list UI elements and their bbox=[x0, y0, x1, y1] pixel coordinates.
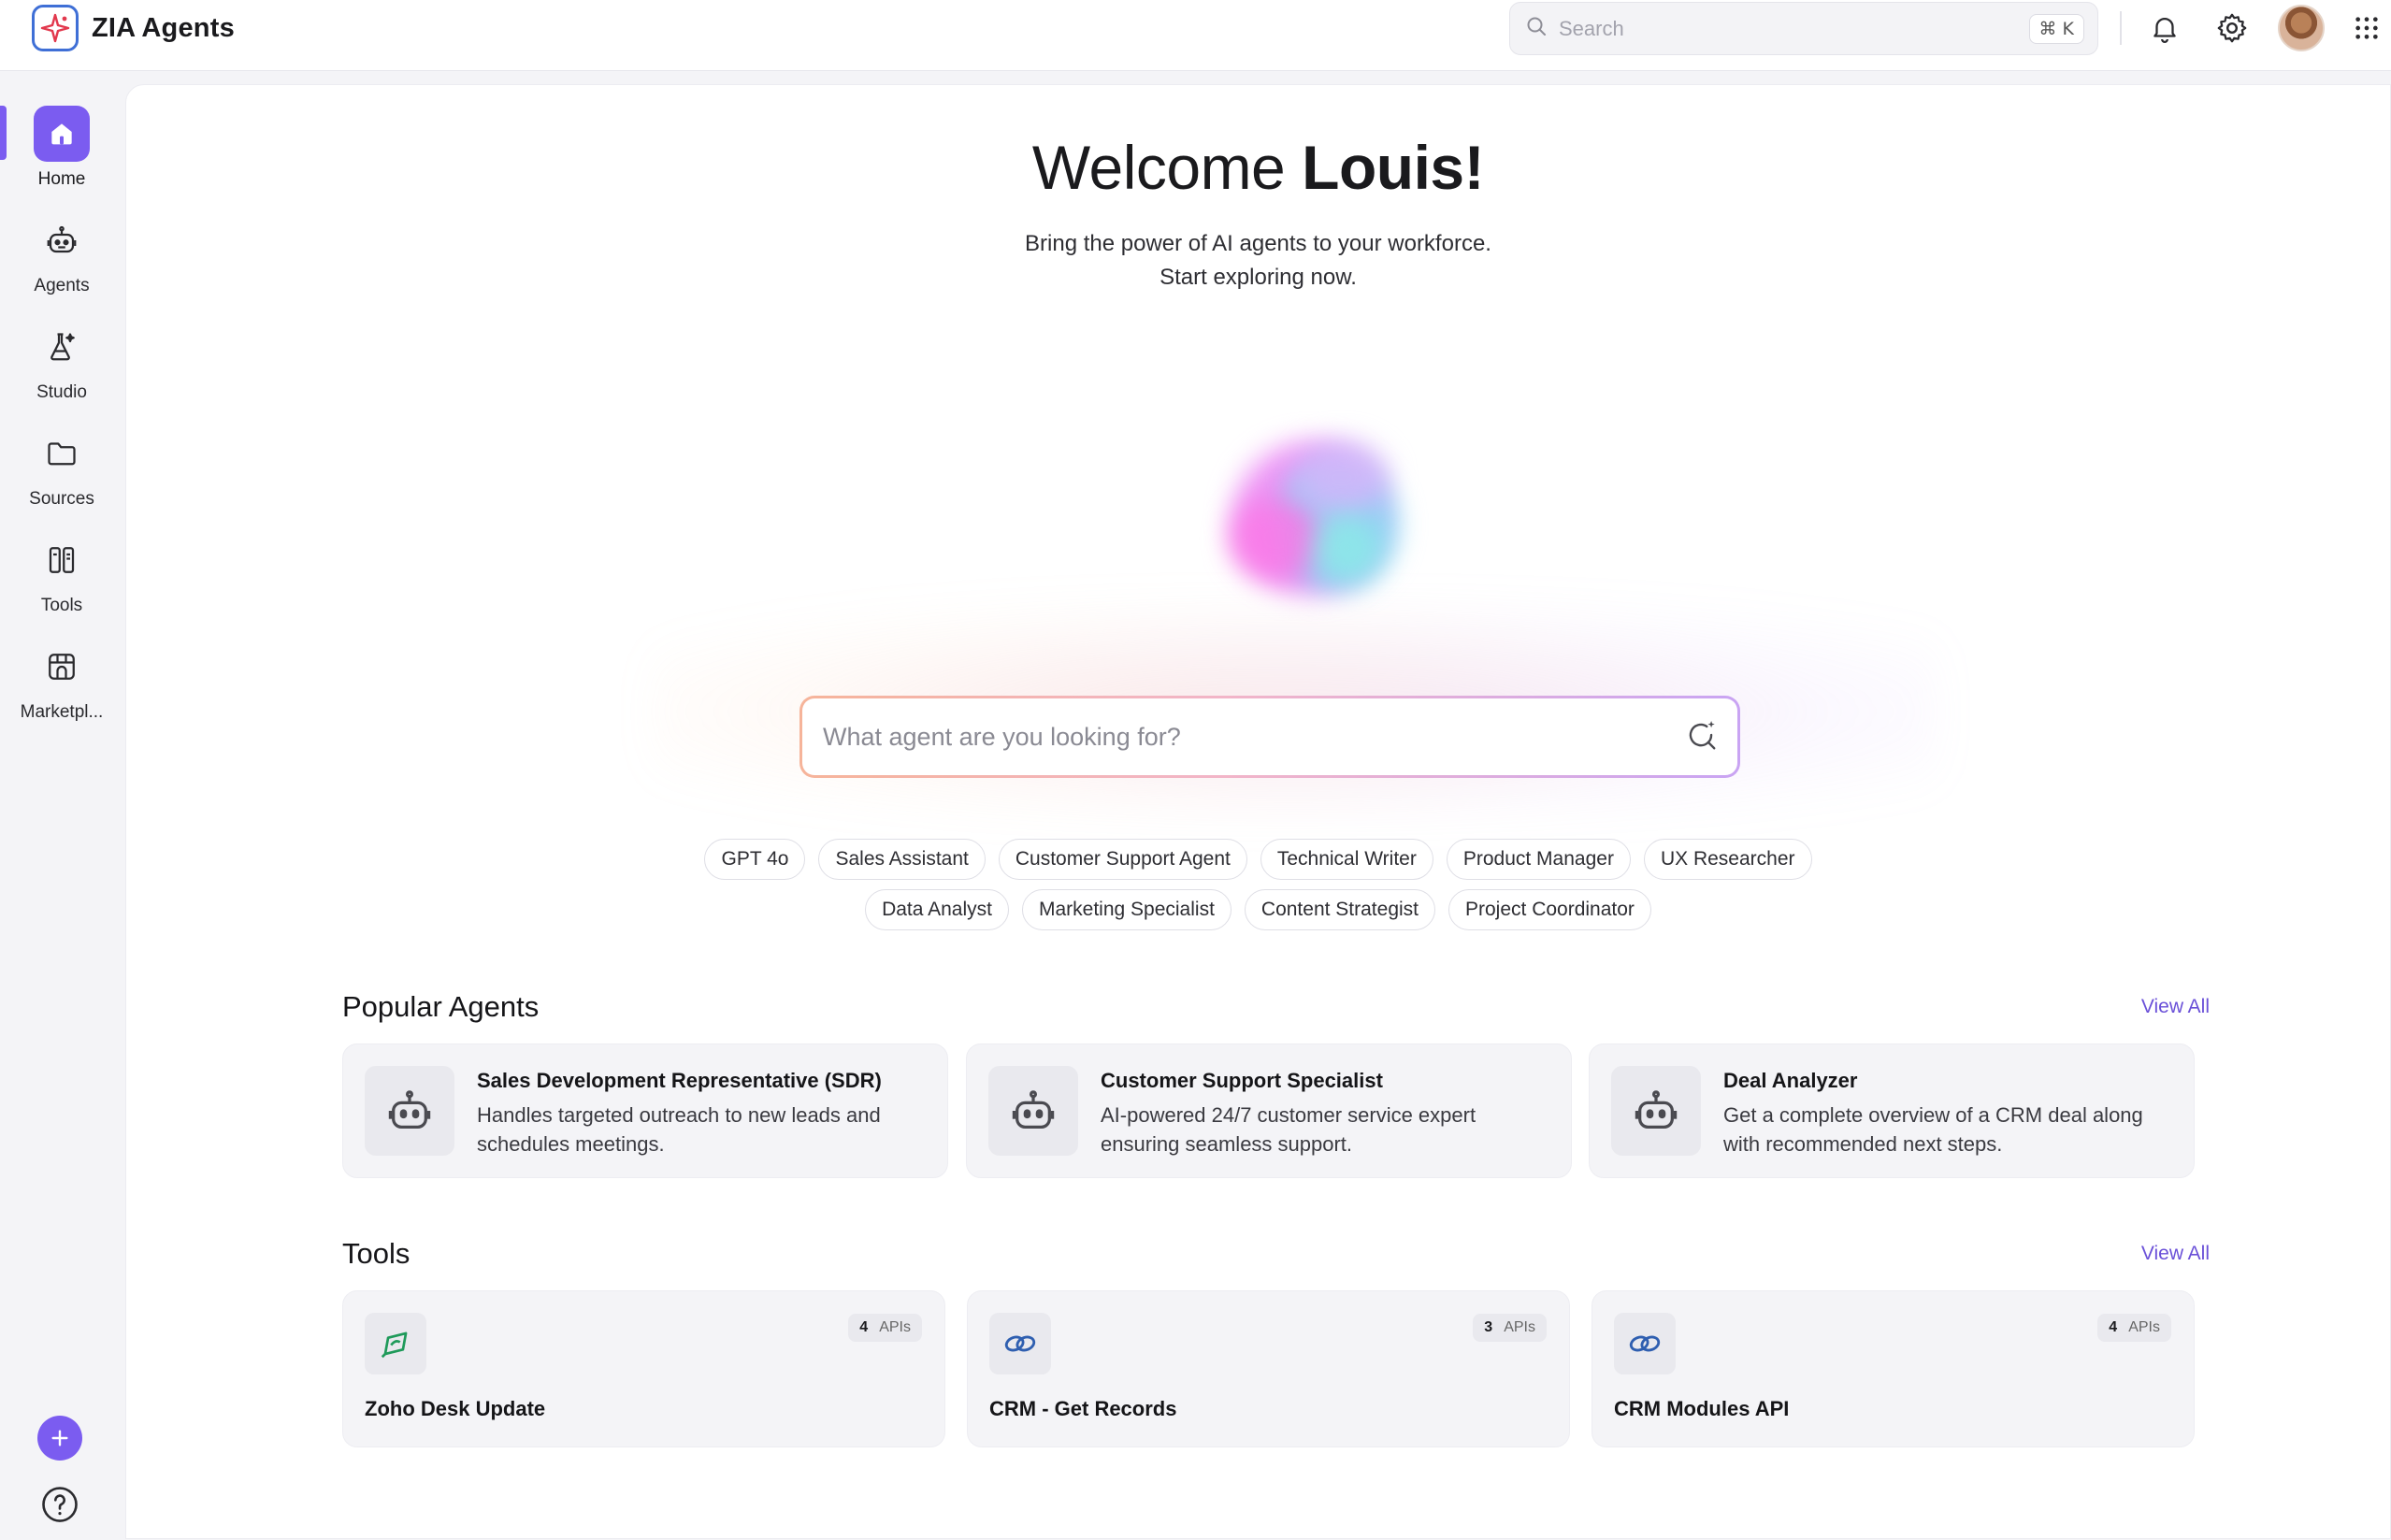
global-search[interactable]: Search ⌘ K bbox=[1509, 2, 2098, 55]
flask-icon bbox=[34, 319, 90, 375]
sidebar-item-sources[interactable]: Sources bbox=[0, 425, 123, 519]
sidebar: Home Agents Studio Sources Tools Marketp… bbox=[0, 72, 123, 1540]
suggestion-chip[interactable]: Content Strategist bbox=[1244, 889, 1435, 930]
apps-grid-icon[interactable] bbox=[2348, 9, 2385, 47]
agent-card-description: Get a complete overview of a CRM deal al… bbox=[1723, 1103, 2143, 1156]
sidebar-item-label: Home bbox=[37, 169, 86, 189]
agent-card[interactable]: Customer Support Specialist AI-powered 2… bbox=[966, 1043, 1572, 1178]
store-icon bbox=[34, 639, 90, 695]
crm-link-icon bbox=[1614, 1313, 1676, 1374]
ai-search-icon[interactable] bbox=[1683, 717, 1719, 757]
api-label: APIs bbox=[2128, 1319, 2160, 1335]
suggestion-chip[interactable]: UX Researcher bbox=[1643, 839, 1812, 880]
sidebar-item-tools[interactable]: Tools bbox=[0, 532, 123, 626]
tool-card[interactable]: 3 APIs CRM - Get Records bbox=[967, 1290, 1570, 1447]
global-search-placeholder: Search bbox=[1559, 16, 1624, 40]
api-label: APIs bbox=[879, 1319, 911, 1335]
agent-card-title: Sales Development Representative (SDR) bbox=[477, 1069, 882, 1092]
suggestion-chip[interactable]: Customer Support Agent bbox=[998, 839, 1247, 880]
sidebar-item-label: Studio bbox=[36, 382, 87, 402]
api-count-badge: 3 APIs bbox=[1473, 1314, 1547, 1342]
tool-card-title: Zoho Desk Update bbox=[365, 1397, 546, 1420]
api-count: 4 bbox=[2109, 1319, 2118, 1335]
sidebar-item-label: Agents bbox=[34, 276, 90, 295]
sidebar-item-label: Tools bbox=[40, 596, 83, 615]
main-panel: Welcome Louis! Bring the power of AI age… bbox=[125, 84, 2391, 1539]
tools-icon bbox=[34, 532, 90, 588]
sidebar-item-studio[interactable]: Studio bbox=[0, 319, 123, 412]
hero-subtitle-line1: Bring the power of AI agents to your wor… bbox=[1025, 231, 1491, 256]
help-icon[interactable] bbox=[39, 1484, 80, 1525]
tool-card-title: CRM Modules API bbox=[1614, 1397, 1790, 1420]
zia-logo-icon bbox=[32, 5, 79, 51]
welcome-greeting: Welcome bbox=[1031, 133, 1286, 202]
agent-card-description: Handles targeted outreach to new leads a… bbox=[477, 1103, 881, 1156]
suggestion-chips-row-2: Data Analyst Marketing Specialist Conten… bbox=[126, 889, 2390, 930]
sidebar-item-label: Sources bbox=[29, 489, 94, 509]
suggestion-chip[interactable]: Sales Assistant bbox=[818, 839, 986, 880]
hero-subtitle: Bring the power of AI agents to your wor… bbox=[126, 227, 2390, 295]
suggestion-chip[interactable]: GPT 4o bbox=[704, 839, 806, 880]
api-count: 3 bbox=[1484, 1319, 1493, 1335]
suggestion-chips-row-1: GPT 4o Sales Assistant Customer Support … bbox=[126, 839, 2390, 880]
gear-icon[interactable] bbox=[2213, 9, 2251, 47]
suggestion-chip[interactable]: Data Analyst bbox=[865, 889, 1009, 930]
popular-agents-view-all-link[interactable]: View All bbox=[2141, 996, 2210, 1018]
brand[interactable]: ZIA Agents bbox=[32, 5, 235, 51]
welcome-heading: Welcome Louis! bbox=[126, 132, 2390, 203]
robot-icon bbox=[34, 212, 90, 268]
hero-subtitle-line2: Start exploring now. bbox=[1159, 265, 1357, 290]
agent-card-description: AI-powered 24/7 customer service expert … bbox=[1101, 1103, 1476, 1156]
api-count-badge: 4 APIs bbox=[848, 1314, 922, 1342]
robot-icon bbox=[988, 1066, 1078, 1156]
api-label: APIs bbox=[1504, 1319, 1535, 1335]
sidebar-item-home[interactable]: Home bbox=[0, 106, 123, 199]
sidebar-item-label: Marketpl... bbox=[20, 702, 104, 722]
search-shortcut-badge: ⌘ K bbox=[2028, 13, 2084, 44]
plus-icon bbox=[51, 1430, 68, 1446]
ai-orb-graphic bbox=[1174, 403, 1417, 646]
popular-agents-title: Popular Agents bbox=[342, 990, 540, 1023]
api-count-badge: 4 APIs bbox=[2097, 1314, 2171, 1342]
suggestion-chip[interactable]: Project Coordinator bbox=[1448, 889, 1651, 930]
tools-title: Tools bbox=[342, 1237, 411, 1270]
user-avatar[interactable] bbox=[2278, 5, 2325, 51]
top-header: ZIA Agents Search ⌘ K bbox=[0, 0, 2391, 71]
tool-card-title: CRM - Get Records bbox=[989, 1397, 1177, 1420]
agent-card[interactable]: Sales Development Representative (SDR) H… bbox=[342, 1043, 948, 1178]
agent-search-field[interactable] bbox=[799, 696, 1740, 778]
add-button[interactable] bbox=[37, 1416, 82, 1461]
crm-link-icon bbox=[989, 1313, 1051, 1374]
tool-card[interactable]: 4 APIs CRM Modules API bbox=[1592, 1290, 2195, 1447]
sidebar-item-agents[interactable]: Agents bbox=[0, 212, 123, 306]
suggestion-chip[interactable]: Technical Writer bbox=[1260, 839, 1433, 880]
search-icon bbox=[1525, 15, 1548, 42]
sidebar-item-marketplace[interactable]: Marketpl... bbox=[0, 639, 123, 732]
header-divider bbox=[2120, 11, 2122, 45]
agent-card-title: Customer Support Specialist bbox=[1101, 1069, 1383, 1092]
home-icon bbox=[34, 106, 90, 162]
tools-view-all-link[interactable]: View All bbox=[2141, 1243, 2210, 1265]
robot-icon bbox=[1611, 1066, 1701, 1156]
folder-icon bbox=[34, 425, 90, 482]
bell-icon[interactable] bbox=[2146, 9, 2183, 47]
zoho-desk-icon bbox=[365, 1313, 426, 1374]
agent-search-input[interactable] bbox=[823, 722, 1683, 752]
api-count: 4 bbox=[859, 1319, 869, 1335]
app-name: ZIA Agents bbox=[92, 12, 235, 43]
robot-icon bbox=[365, 1066, 454, 1156]
agent-card[interactable]: Deal Analyzer Get a complete overview of… bbox=[1589, 1043, 2195, 1178]
agent-card-title: Deal Analyzer bbox=[1723, 1069, 1858, 1092]
suggestion-chip[interactable]: Product Manager bbox=[1446, 839, 1631, 880]
suggestion-chip[interactable]: Marketing Specialist bbox=[1021, 889, 1232, 930]
tool-card[interactable]: 4 APIs Zoho Desk Update bbox=[342, 1290, 945, 1447]
welcome-user-name: Louis! bbox=[1302, 133, 1485, 202]
